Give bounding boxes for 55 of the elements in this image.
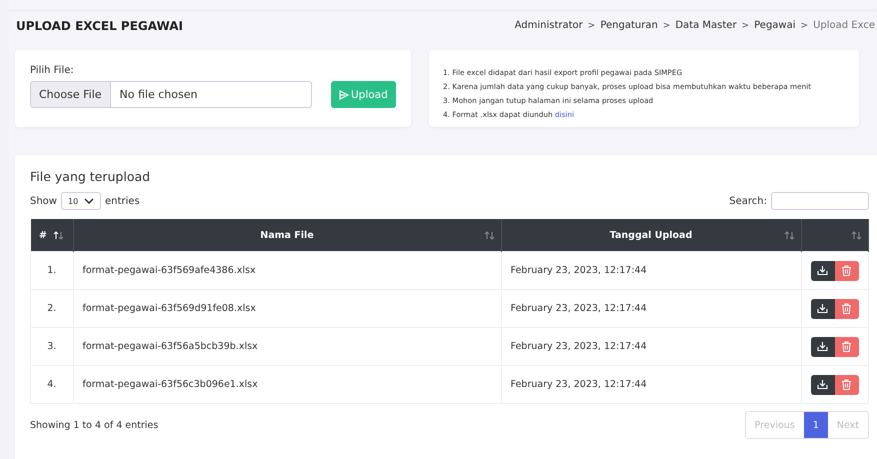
breadcrumb-item: Upload Exce — [813, 20, 875, 31]
page-size-select[interactable]: 10 — [60, 192, 101, 210]
page-number-button[interactable]: 1 — [804, 412, 828, 438]
download-button[interactable] — [810, 298, 835, 318]
entries-label: entries — [104, 196, 140, 206]
column-header: Tanggal Upload — [501, 219, 801, 252]
choose-file-button[interactable]: Choose File — [31, 82, 111, 107]
sort-icon — [484, 230, 494, 240]
search-field[interactable] — [771, 192, 869, 210]
table-cell: 1. — [30, 252, 73, 290]
breadcrumb-separator: > — [588, 20, 596, 30]
table-cell: February 23, 2023, 12:17:44 — [501, 290, 801, 328]
field-label: Pilih File: — [30, 65, 75, 76]
download-icon — [817, 265, 828, 276]
file-status-text: No file chosen — [118, 87, 198, 103]
table-cell: format-pegawai-63f569d91fe08.xlsx — [73, 290, 501, 328]
show-label: Show — [30, 196, 57, 206]
sort-icon — [52, 230, 64, 240]
table-cell: February 23, 2023, 12:17:44 — [501, 366, 801, 404]
column-header: Nama File — [73, 219, 501, 252]
download-button[interactable] — [810, 336, 835, 356]
download-icon — [817, 341, 828, 352]
download-button[interactable] — [810, 374, 835, 394]
chevron-down-icon — [84, 198, 94, 204]
trash-icon — [841, 379, 852, 390]
table-cell: 2. — [30, 290, 73, 328]
search-label: Search: — [729, 196, 767, 206]
trash-icon — [841, 303, 852, 314]
send-icon — [338, 90, 349, 100]
breadcrumb-item[interactable]: Pegawai — [754, 20, 796, 31]
table-summary: Showing 1 to 4 of 4 entries — [30, 420, 158, 430]
sort-icon — [851, 230, 862, 240]
download-button[interactable] — [810, 260, 835, 280]
sort-icon — [784, 230, 794, 240]
breadcrumb-item[interactable]: Administrator — [514, 20, 583, 31]
download-icon — [817, 379, 828, 390]
trash-icon — [841, 341, 852, 352]
trash-icon — [841, 265, 852, 276]
table-cell: February 23, 2023, 12:17:44 — [501, 252, 801, 290]
column-header: # — [30, 219, 73, 252]
table-cell: February 23, 2023, 12:17:44 — [501, 328, 801, 366]
table-cell: format-pegawai-63f56c3b096e1.xlsx — [73, 366, 501, 404]
page-title: UPLOAD EXCEL PEGAWAI — [16, 18, 183, 32]
table-cell: 4. — [30, 366, 73, 404]
file-input-field[interactable]: Choose File No file chosen — [30, 81, 312, 108]
breadcrumb-item[interactable]: Data Master — [675, 20, 737, 31]
table-cell: format-pegawai-63f569afe4386.xlsx — [73, 252, 501, 290]
breadcrumb-item[interactable]: Pengaturan — [600, 20, 658, 31]
breadcrumb-separator: > — [800, 20, 808, 30]
table-cell: format-pegawai-63f56a5bcb39b.xlsx — [73, 328, 501, 366]
breadcrumb-separator: > — [662, 20, 670, 30]
download-icon — [817, 303, 828, 314]
card-title: File yang terupload — [30, 169, 152, 184]
table-cell: 3. — [30, 328, 73, 366]
breadcrumb-separator: > — [742, 20, 750, 30]
